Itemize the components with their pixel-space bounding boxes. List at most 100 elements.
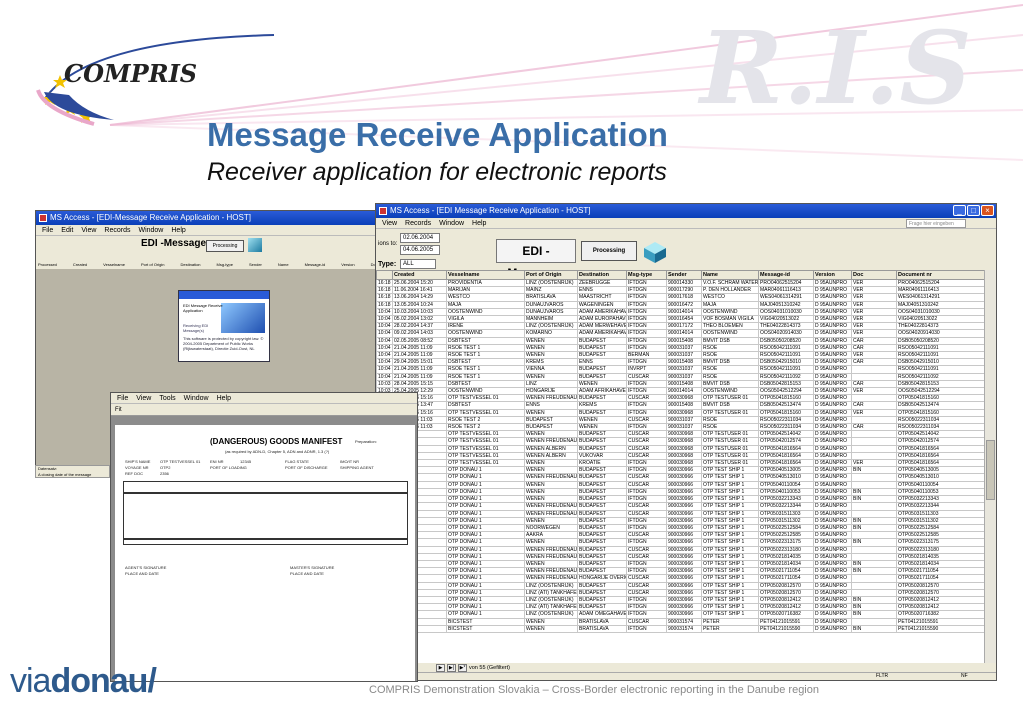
table-row[interactable]: 3OTP DONAU 1WENENBUDAPESTIFTDGN900030966… xyxy=(376,559,986,569)
menu-view[interactable]: View xyxy=(136,393,151,403)
table-row[interactable]: 3OTP DONAU 1WENENBUDAPESTIFTDGN900030966… xyxy=(376,495,986,504)
table-row[interactable]: 4OTP TESTVESSEL 01WENENBUDAPESTCUSCAR900… xyxy=(376,430,986,439)
main-window-titlebar[interactable]: MS Access - [EDI Message Receive Applica… xyxy=(376,204,996,218)
processing-button[interactable]: Processing xyxy=(581,241,637,261)
column-header[interactable]: Doc xyxy=(851,270,897,280)
menu-view[interactable]: View xyxy=(81,225,96,235)
table-row[interactable]: 10:04 29.04.2005 15:01 DSBTEST KREMS ENNS IFT… xyxy=(376,358,986,367)
table-row[interactable]: 10:03 28.04.2005 15:15 DSBTEST LINZ WENEN IFT… xyxy=(376,379,986,389)
table-row[interactable]: 16:18 13.06.2004 14:29 WESTCO BRATISLAVA MAA… xyxy=(376,293,986,302)
maximize-icon[interactable]: □ xyxy=(967,205,980,216)
table-row[interactable]: 0OTP DONAU 1AAKRABUDAPESTCUSCAR900030966… xyxy=(376,531,986,540)
col-header[interactable]: Vesselname xyxy=(103,262,125,269)
table-row[interactable]: 6OTP DONAU 1WENENBUDAPESTIFTDGN900030966… xyxy=(376,538,986,547)
table-row[interactable]: 7OTP TESTVESSEL 01WENEN FREUDENAUBUDAPES… xyxy=(376,437,986,446)
col-header[interactable]: Name xyxy=(278,262,289,269)
table-row[interactable]: 10:04 02.05.2005 08:52 DSBTEST WENEN BUDAPES… xyxy=(376,336,986,345)
main-access-window[interactable]: MS Access - [EDI Message Receive Applica… xyxy=(375,203,997,681)
table-row[interactable]: 0OTP DONAU 1WENENBUDAPESTIFTDGN900030966… xyxy=(376,466,986,475)
col-header[interactable]: Msg-type xyxy=(217,262,233,269)
table-row[interactable]: 10:0325.04.2005 12:29OOSTENWINDHONGARIJE… xyxy=(376,387,986,396)
left-window-titlebar[interactable]: MS Access - [EDI-Message Receive Applica… xyxy=(36,211,419,225)
column-header[interactable]: Document nr xyxy=(896,270,986,280)
table-row[interactable]: 0OTP DONAU 1NOORWEGENBUDAPESTIFTDGN90003… xyxy=(376,523,986,533)
menu-tools[interactable]: Tools xyxy=(159,393,175,403)
menu-view[interactable]: View xyxy=(382,218,397,228)
left-processing-button[interactable]: Processing xyxy=(206,240,244,252)
column-header[interactable]: Created xyxy=(392,270,447,280)
menu-file[interactable]: File xyxy=(117,393,128,403)
table-row[interactable]: 3OTP DONAU 1WENEN FREUDENAUBUDAPESTIFTDG… xyxy=(376,567,986,576)
table-row[interactable]: 5OTP DONAU 1WENENBUDAPESTIFTDGN900030966… xyxy=(376,487,986,497)
table-row[interactable]: 3OTP DONAU 1WENENBUDAPESTIFTDGN900030966… xyxy=(376,516,986,525)
table-row[interactable]: 10:04 28.02.2004 14:37 IRENE LINZ (OOSTENRI… xyxy=(376,322,986,331)
next-record-icon[interactable]: ▶ xyxy=(436,663,445,672)
col-header[interactable]: Sender xyxy=(249,262,262,269)
table-row[interactable]: 6OTP TESTVESSEL 01WENEN ALBERNVUKOVARCUS… xyxy=(376,451,986,461)
column-header[interactable]: Msg-type xyxy=(626,270,667,280)
table-row[interactable]: 5OTP DONAU 1WENEN FREUDENAUBUDAPESTCUSCA… xyxy=(376,473,986,482)
table-row[interactable]: 1OTP DONAU 1LINZ (OOSTENRIJK)BUDAPESTIFT… xyxy=(376,595,986,605)
date-to-input[interactable]: 04.06.2005 xyxy=(400,245,440,255)
minimize-icon[interactable]: _ xyxy=(953,205,966,216)
table-row[interactable]: 10:0318.04.2005 15:16OTP TESTVESSEL 01WE… xyxy=(376,394,986,403)
table-row[interactable]: 10:04 21.04.2005 11:09 RSOE TEST 1 WENEN BUD… xyxy=(376,372,986,381)
menu-window[interactable]: Window xyxy=(439,218,464,228)
table-row[interactable]: 10:04 21.04.2005 11:09 RSOE TEST 1 WENEN BUD… xyxy=(376,343,986,353)
table-row[interactable]: 0OTP TESTVESSEL 01WENENKROATIEIFTDGN9000… xyxy=(376,459,986,468)
table-row[interactable]: 10:04 09.02.2004 14:03 OOSTENWIND KOMARNO AD… xyxy=(376,329,986,338)
col-header[interactable]: Destination xyxy=(181,262,201,269)
table-row[interactable]: 7OTP DONAU 1LINZ (OOSTENRIJK)BUDAPESTCUS… xyxy=(376,581,986,590)
table-row[interactable]: 16:18 25.06.2004 15:20 PROVIDENTIA LINZ (OO… xyxy=(376,278,986,288)
table-row[interactable]: 16:18 13.05.2004 10:24 MAJA DUNAUJVAROS WAGE… xyxy=(376,300,986,309)
table-row[interactable]: 1OTP DONAU 1LINZ (ATI) TANKHAFENBUDAPEST… xyxy=(376,603,986,612)
menu-help[interactable]: Help xyxy=(472,218,486,228)
table-row[interactable]: 10:0322.02.2005 11:03RSOE TEST 2BUDAPEST… xyxy=(376,423,986,432)
table-row[interactable]: 10:04 10.03.2004 10:03 OOSTENWIND DUNAUJVAR… xyxy=(376,307,986,317)
menu-edit[interactable]: Edit xyxy=(61,225,73,235)
last-record-icon[interactable]: ▶| xyxy=(447,663,456,672)
menu-records[interactable]: Records xyxy=(405,218,431,228)
column-header[interactable]: Name xyxy=(701,270,759,280)
table-row[interactable]: 3OTP DONAU 1WENEN FREUDENAUBUDAPESTCUSCA… xyxy=(376,509,986,518)
table-row[interactable]: 6OTP DONAU 1LINZ (ATI) TANKHAFENBUDAPEST… xyxy=(376,588,986,597)
column-header[interactable]: Vesselname xyxy=(446,270,525,280)
table-row[interactable]: 5OTP TESTVESSEL 01WENEN ALBERNBUDAPESTCU… xyxy=(376,444,986,453)
manifest-report-window[interactable]: File View Tools Window Help Fit (DANGERO… xyxy=(110,392,418,682)
column-header[interactable]: Message-id xyxy=(758,270,814,280)
table-row[interactable]: 8BICSTESTWENENBRATISLAVAIFTDGN900031574P… xyxy=(376,624,986,633)
zoom-select[interactable]: Fit xyxy=(115,407,122,413)
column-header[interactable]: Destination xyxy=(577,270,627,280)
col-header[interactable]: Processed xyxy=(38,262,57,269)
menu-help[interactable]: Help xyxy=(171,225,185,235)
column-header[interactable] xyxy=(376,270,393,280)
col-header[interactable]: Message-id xyxy=(305,262,326,269)
column-header[interactable]: Sender xyxy=(666,270,702,280)
table-row[interactable]: 10:0322.02.2005 11:03RSOE TEST 2BUDAPEST… xyxy=(376,415,986,425)
table-row[interactable]: 5OTP DONAU 1WENEN FREUDENAUBUDAPESTCUSCA… xyxy=(376,552,986,561)
menu-window[interactable]: Window xyxy=(184,393,209,403)
menu-records[interactable]: Records xyxy=(104,225,130,235)
table-row[interactable]: 10:04 05.02.2004 13:02 VIGILA MANNHEIM ADAM … xyxy=(376,315,986,324)
menu-help[interactable]: Help xyxy=(217,393,231,403)
table-row[interactable]: 10:04 21.04.2005 11:09 RSOE TEST 1 VIENNA BU… xyxy=(376,365,986,374)
column-header[interactable]: Version xyxy=(813,270,852,280)
close-icon[interactable]: × xyxy=(981,205,994,216)
col-header[interactable]: Version xyxy=(341,262,354,269)
col-header[interactable]: Created xyxy=(73,262,87,269)
table-row[interactable]: 5BICSTESTWENENBRATISLAVACUSCAR900031574P… xyxy=(376,617,986,626)
table-row[interactable]: 10:0318.04.2005 15:16OTP TESTVESSEL 01WE… xyxy=(376,408,986,417)
table-row[interactable]: 16:18 11.06.2004 16:41 MARIJAN MAINZ ENNS IFT… xyxy=(376,286,986,295)
table-row[interactable]: 2OTP DONAU 1LINZ (OOSTENRIJK)ADAM OMEGAH… xyxy=(376,610,986,619)
help-search-input[interactable]: Frage hier eingeben xyxy=(906,219,966,228)
vertical-scrollbar[interactable] xyxy=(984,270,996,663)
table-row[interactable]: 10:04 21.04.2005 11:09 RSOE TEST 1 WENEN BUD… xyxy=(376,351,986,360)
scrollbar-thumb[interactable] xyxy=(986,440,995,500)
date-from-input[interactable]: 02.06.2004 xyxy=(400,233,440,243)
table-row[interactable]: 10:0325.04.2005 13:47DSBTESTENNSKREMSIFT… xyxy=(376,401,986,410)
type-select[interactable]: ALL xyxy=(400,259,436,269)
col-header[interactable]: Port of Origin xyxy=(141,262,165,269)
menu-window[interactable]: Window xyxy=(138,225,163,235)
menu-file[interactable]: File xyxy=(42,225,53,235)
column-header[interactable]: Port of Origin xyxy=(524,270,578,280)
